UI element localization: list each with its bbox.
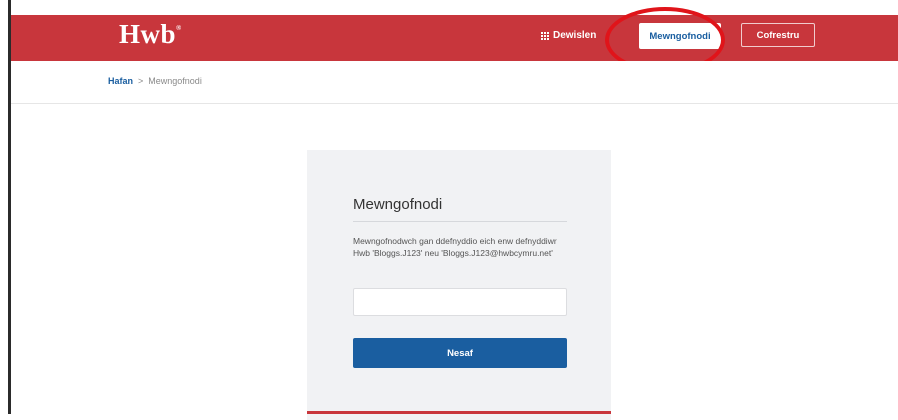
- login-instructions: Mewngofnodwch gan ddefnyddio eich enw de…: [353, 236, 557, 258]
- username-input[interactable]: [353, 288, 567, 316]
- site-header: Hwb® Dewislen Mewngofnodi Cofrestru: [11, 15, 898, 61]
- page: Hwb® Dewislen Mewngofnodi Cofrestru Hafa…: [0, 0, 898, 420]
- apps-menu-label: Dewislen: [553, 30, 597, 41]
- breadcrumb-home-link[interactable]: Hafan: [108, 76, 133, 86]
- breadcrumb-separator: >: [138, 76, 144, 86]
- hwb-logo[interactable]: Hwb®: [119, 19, 182, 50]
- register-button[interactable]: Cofrestru: [741, 23, 815, 47]
- login-title: Mewngofnodi: [353, 196, 443, 213]
- apps-menu-link[interactable]: Dewislen: [541, 30, 596, 41]
- breadcrumb-current: Mewngofnodi: [148, 76, 202, 86]
- grid-icon: [541, 31, 549, 40]
- logo-text: Hwb: [119, 19, 177, 49]
- logo-mark: ®: [176, 24, 182, 32]
- title-divider: [353, 221, 567, 222]
- breadcrumb: Hafan > Mewngofnodi: [108, 76, 202, 86]
- next-button[interactable]: Nesaf: [353, 338, 567, 368]
- login-card: Mewngofnodi Mewngofnodwch gan ddefnyddio…: [307, 150, 611, 420]
- breadcrumb-bar: Hafan > Mewngofnodi: [11, 61, 898, 104]
